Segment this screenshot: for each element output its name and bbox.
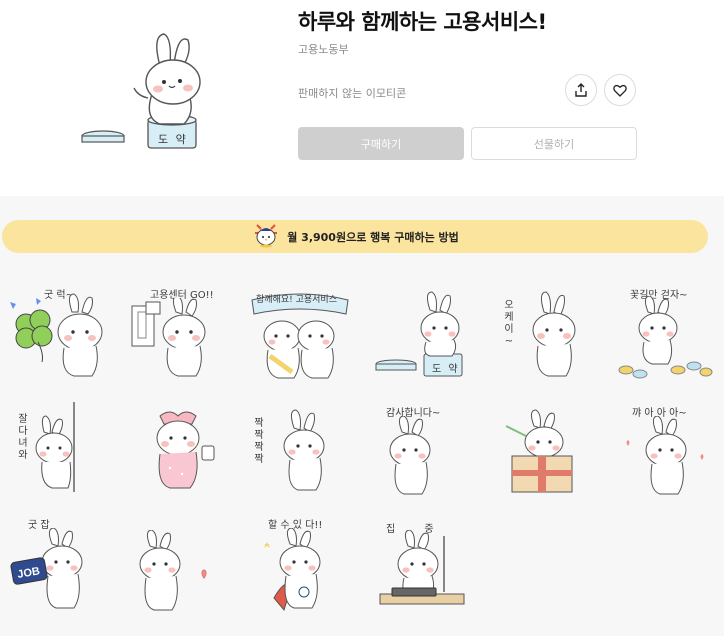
sticker-item[interactable]: 꽃길만 걷자~ [600, 282, 720, 387]
sticker-caption: 함께해요! 고용서비스 [256, 295, 337, 305]
wall-bunny-sticker [35, 402, 75, 492]
clover-bunny-sticker [10, 293, 103, 377]
sticker-caption: 도 약 [432, 364, 460, 375]
excited-bunny-sticker [626, 416, 704, 495]
cape-bunny-sticker [264, 528, 321, 612]
chick-mascot-icon [255, 223, 278, 247]
ok-bunny-sticker [532, 291, 576, 377]
clap-bunny-sticker [283, 409, 325, 491]
sticker-item[interactable]: 함께해요! 고용서비스 [240, 282, 360, 387]
bow-bunny-sticker [389, 416, 431, 495]
sticker-item[interactable]: 굿 럭~ [0, 282, 120, 387]
sticker-caption: 오케이~ [504, 300, 514, 347]
sticker-item[interactable] [120, 516, 240, 621]
hero-jar-label: 도 약 [158, 133, 188, 146]
sticker-caption: 잘다녀와 [18, 414, 28, 461]
heart-icon [613, 84, 627, 97]
building-bunny-sticker [131, 298, 206, 377]
sticker-item[interactable] [480, 402, 600, 507]
sticker-item[interactable] [120, 402, 240, 507]
heart-bunny-sticker [139, 530, 207, 611]
sticker-item[interactable]: 꺄 아 아 아~ [600, 402, 720, 507]
share-icon [575, 83, 587, 97]
share-button[interactable] [565, 74, 597, 106]
job-bunny-sticker: JOB [10, 528, 83, 609]
like-button[interactable] [604, 74, 636, 106]
sticker-item[interactable]: 감사합니다~ [360, 402, 480, 507]
keyboard-bunny-sticker [379, 530, 465, 605]
sale-status: 판매하지 않는 이모티콘 [298, 87, 407, 100]
gift-button[interactable]: 선물하기 [471, 127, 637, 160]
ribbon-bunny-sticker [156, 411, 215, 489]
sticker-item[interactable]: 도 약 [360, 282, 480, 387]
author-name[interactable]: 고용노동부 [298, 41, 349, 57]
sticker-item[interactable]: 할 수 있 다!! [240, 516, 360, 621]
banner-text: 월 3,900원으로 행복 구매하는 방법 [287, 230, 459, 244]
box-bunny-sticker [505, 409, 573, 493]
sticker-item[interactable]: 고용센터 GO!! [120, 282, 240, 387]
buy-button[interactable]: 구매하기 [298, 127, 464, 160]
sticker-item[interactable]: 굿 잡 JOB [0, 516, 120, 621]
hero-sticker-image [81, 33, 201, 149]
product-title: 하루와 함께하는 고용서비스! [298, 10, 547, 34]
sticker-item[interactable]: 짝짝짝짝 [240, 402, 360, 507]
sticker-preview-section: 월 3,900원으로 행복 구매하는 방법 굿 럭~ 고용센터 GO!! 함께해… [0, 196, 724, 636]
sticker-caption: 짝짝짝짝 [254, 418, 264, 465]
sticker-item[interactable]: 오케이~ [480, 282, 600, 387]
purchase-info-banner[interactable]: 월 3,900원으로 행복 구매하는 방법 [2, 220, 708, 253]
sticker-item[interactable]: 집 중 [360, 516, 480, 621]
product-header: 도 약 하루와 함께하는 고용서비스! 고용노동부 판매하지 않는 이모티콘 구… [0, 0, 724, 196]
flower-path-bunny-sticker [618, 296, 713, 379]
sticker-item[interactable]: 잘다녀와 [0, 402, 120, 507]
